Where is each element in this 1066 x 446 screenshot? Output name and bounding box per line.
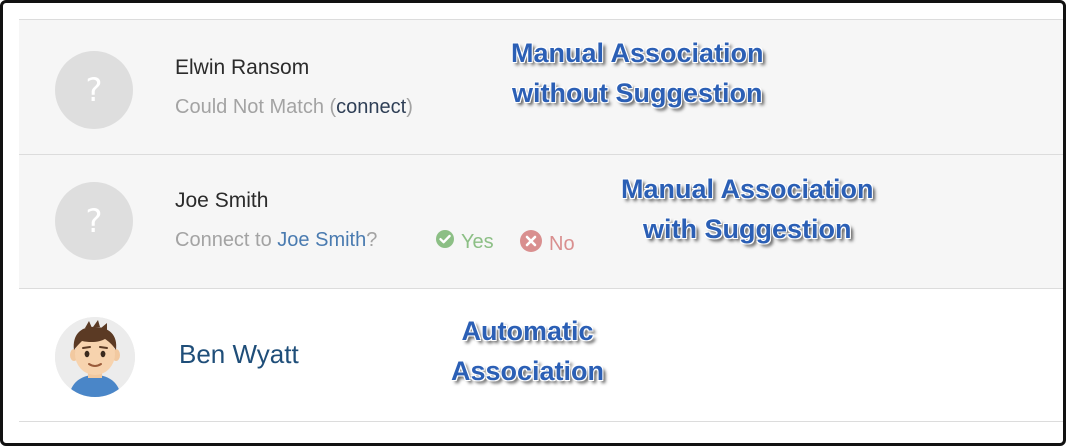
question-mark-icon: ? bbox=[55, 51, 133, 129]
suggestion-suffix: ? bbox=[366, 229, 378, 251]
check-circle-icon bbox=[435, 229, 455, 255]
user-photo-avatar bbox=[55, 317, 135, 397]
suggested-contact-link[interactable]: Joe Smith bbox=[277, 229, 366, 251]
x-circle-icon bbox=[519, 229, 543, 259]
matched-contact-link[interactable]: Ben Wyatt bbox=[179, 339, 299, 370]
no-button[interactable]: No bbox=[519, 229, 575, 259]
question-mark-icon: ? bbox=[55, 182, 133, 260]
contact-name: Joe Smith bbox=[175, 189, 269, 212]
contact-name: Elwin Ransom bbox=[175, 56, 310, 79]
match-status: Could Not Match (connect) bbox=[175, 96, 413, 119]
suggestion-prefix: Connect to bbox=[175, 229, 278, 251]
yes-label: Yes bbox=[461, 230, 494, 253]
annotation-manual-without-suggestion: Manual Association without Suggestion bbox=[511, 38, 764, 108]
annotation-automatic: Automatic Association bbox=[451, 316, 605, 386]
status-suffix: ) bbox=[406, 96, 413, 118]
status-prefix: Could Not Match ( bbox=[175, 96, 337, 118]
suggestion-prompt: Connect to Joe Smith? bbox=[175, 229, 377, 252]
row-divider bbox=[19, 421, 1063, 422]
association-list-panel: ? Elwin Ransom Could Not Match (connect)… bbox=[0, 0, 1066, 446]
yes-button[interactable]: Yes bbox=[435, 229, 494, 255]
annotation-manual-with-suggestion: Manual Association with Suggestion bbox=[621, 174, 874, 244]
list-item-suggested: ? Joe Smith Connect to Joe Smith? Yes No bbox=[19, 155, 1063, 288]
no-label: No bbox=[549, 232, 575, 255]
connect-link[interactable]: connect bbox=[336, 96, 406, 118]
